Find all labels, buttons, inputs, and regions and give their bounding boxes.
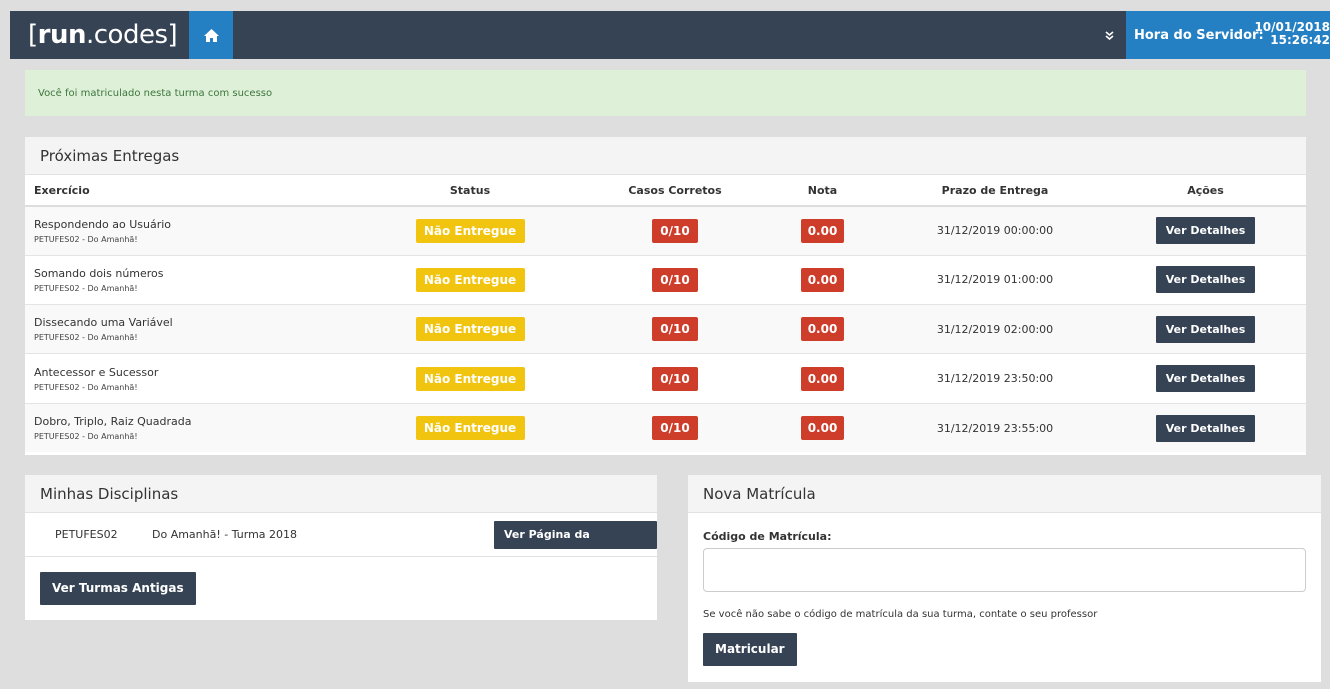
col-acoes: Ações: [1105, 175, 1306, 207]
status-badge: Não Entregue: [415, 218, 525, 243]
casos-badge: 0/10: [652, 218, 698, 243]
ver-detalhes-button[interactable]: Ver Detalhes: [1155, 414, 1256, 442]
col-status: Status: [350, 175, 590, 207]
nota-badge: 0.00: [801, 366, 844, 391]
status-badge: Não Entregue: [415, 366, 525, 391]
discipline-name: Do Amanhã! - Turma 2018: [152, 528, 298, 541]
casos-badge: 0/10: [652, 366, 698, 391]
nota-badge: 0.00: [801, 317, 844, 342]
matricular-button[interactable]: Matricular: [703, 633, 797, 666]
col-exercicio: Exercício: [25, 175, 350, 207]
prazo-cell: 31/12/2019 23:55:00: [885, 402, 1105, 453]
exercise-name: Respondendo ao Usuário: [34, 217, 172, 231]
server-time-label: Hora do Servidor:: [1134, 27, 1264, 43]
discipline-code: PETUFES02: [55, 528, 118, 541]
logo-bold: run: [37, 20, 87, 50]
codigo-matricula-input[interactable]: [703, 548, 1306, 592]
table-row: Respondendo ao Usuário PETUFES02 - Do Ama…: [25, 205, 1306, 256]
ver-detalhes-button[interactable]: Ver Detalhes: [1155, 266, 1256, 294]
prazo-cell: 31/12/2019 23:50:00: [885, 353, 1105, 404]
prazo-cell: 31/12/2019 02:00:00: [885, 304, 1105, 354]
exercise-course: PETUFES02 - Do Amanhã!: [34, 283, 138, 293]
table-row: Somando dois números PETUFES02 - Do Amanh…: [25, 254, 1306, 305]
home-icon: [203, 28, 219, 42]
success-alert: Você foi matriculado nesta turma com suc…: [25, 70, 1306, 116]
exercise-course: PETUFES02 - Do Amanhã!: [34, 234, 138, 244]
codigo-matricula-label: Código de Matrícula:: [703, 530, 832, 543]
status-badge: Não Entregue: [415, 267, 525, 292]
alert-message: Você foi matriculado nesta turma com suc…: [38, 87, 273, 99]
exercise-name: Dissecando uma Variável: [34, 316, 173, 330]
nota-badge: 0.00: [801, 218, 844, 243]
ver-pagina-disciplina-button[interactable]: Ver Página da Disciplina: [494, 521, 657, 569]
casos-badge: 0/10: [652, 416, 698, 441]
col-prazo: Prazo de Entrega: [885, 175, 1105, 207]
list-item: PETUFES02 Do Amanhã! - Turma 2018 Ver Pá…: [25, 513, 657, 569]
col-nota: Nota: [760, 175, 885, 207]
ver-detalhes-button[interactable]: Ver Detalhes: [1155, 315, 1256, 343]
exercise-course: PETUFES02 - Do Amanhã!: [34, 382, 138, 392]
server-clock: 10/01/2018 15:26:42: [1254, 21, 1330, 47]
panel-title: Próximas Entregas: [25, 137, 1306, 175]
menu-toggle-button[interactable]: [1094, 11, 1124, 59]
ver-detalhes-button[interactable]: Ver Detalhes: [1155, 217, 1256, 245]
help-text: Se você não sabe o código de matrícula d…: [703, 609, 1098, 620]
panel-title: Nova Matrícula: [688, 475, 1321, 513]
nota-badge: 0.00: [801, 267, 844, 292]
home-button[interactable]: [189, 11, 233, 59]
server-time: 15:26:42: [1270, 33, 1330, 47]
nota-badge: 0.00: [801, 416, 844, 441]
prazo-cell: 31/12/2019 01:00:00: [885, 254, 1105, 305]
table-row: Dissecando uma Variável PETUFES02 - Do Am…: [25, 304, 1306, 354]
table-row: Dobro, Triplo, Raiz Quadrada PETUFES02 - …: [25, 402, 1306, 453]
logo-rest: .codes: [86, 20, 168, 50]
entregas-table: Exercício Status Casos Corretos Nota Pra…: [25, 175, 1306, 453]
prazo-cell: 31/12/2019 00:00:00: [885, 205, 1105, 256]
status-badge: Não Entregue: [415, 416, 525, 441]
col-casos: Casos Corretos: [590, 175, 760, 207]
exercise-name: Somando dois números: [34, 266, 164, 280]
exercise-name: Antecessor e Sucessor: [34, 365, 159, 379]
double-chevron-down-icon: [1104, 30, 1114, 40]
exercise-course: PETUFES02 - Do Amanhã!: [34, 333, 138, 343]
casos-badge: 0/10: [652, 267, 698, 292]
top-navbar: [run.codes] Hora do Servidor: 10/01/2018…: [10, 11, 1330, 59]
ver-turmas-antigas-button[interactable]: Ver Turmas Antigas: [40, 572, 196, 605]
table-header-row: Exercício Status Casos Corretos Nota Pra…: [25, 175, 1306, 207]
table-row: Antecessor e Sucessor PETUFES02 - Do Aman…: [25, 353, 1306, 404]
server-time-panel: Hora do Servidor: 10/01/2018 15:26:42: [1126, 11, 1330, 59]
status-badge: Não Entregue: [415, 317, 525, 342]
ver-detalhes-button[interactable]: Ver Detalhes: [1155, 365, 1256, 393]
site-logo[interactable]: [run.codes]: [10, 20, 178, 50]
proximas-entregas-panel: Próximas Entregas Exercício Status Casos…: [25, 137, 1306, 455]
exercise-name: Dobro, Triplo, Raiz Quadrada: [34, 415, 192, 429]
panel-title: Minhas Disciplinas: [25, 475, 657, 513]
exercise-course: PETUFES02 - Do Amanhã!: [34, 432, 138, 442]
nova-matricula-panel: Nova Matrícula Código de Matrícula: Se v…: [688, 475, 1321, 682]
minhas-disciplinas-panel: Minhas Disciplinas PETUFES02 Do Amanhã! …: [25, 475, 657, 620]
casos-badge: 0/10: [652, 317, 698, 342]
